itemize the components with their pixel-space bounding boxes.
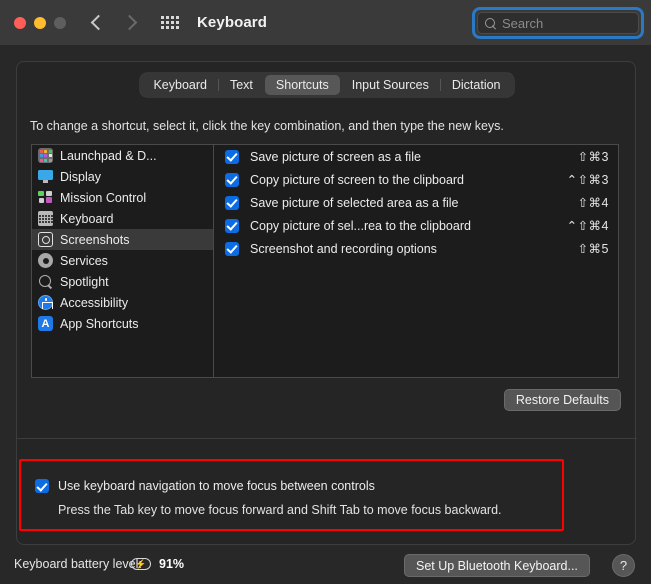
shortcut-keys[interactable]: ⌃⇧⌘4 [567,218,609,233]
category-row-screenshots[interactable]: Screenshots [32,229,216,250]
shortcut-name: Screenshot and recording options [250,242,567,256]
traffic-light-buttons [14,17,66,29]
shortcut-row[interactable]: Save picture of selected area as a file … [214,191,618,214]
shortcut-checkbox[interactable] [225,173,239,187]
instruction-text: To change a shortcut, select it, click t… [30,119,504,133]
shortcut-row[interactable]: Copy picture of screen to the clipboard … [214,168,618,191]
category-label: Launchpad & D... [60,149,157,163]
shortcut-checkbox[interactable] [225,196,239,210]
keyboard-preferences-window: Keyboard Search Keyboard Text Shortcuts … [0,0,651,584]
shortcut-name: Copy picture of sel...rea to the clipboa… [250,219,556,233]
keyboard-navigation-highlight-box [19,459,564,531]
battery-level-label: Keyboard battery level: [14,557,142,571]
shortcut-name: Copy picture of screen to the clipboard [250,173,556,187]
shortcut-row[interactable]: Copy picture of sel...rea to the clipboa… [214,214,618,237]
shortcut-list[interactable]: Save picture of screen as a file ⇧⌘3 Cop… [213,144,619,378]
category-label: App Shortcuts [60,317,139,331]
navigation-arrows [93,17,135,28]
shortcut-row[interactable]: Screenshot and recording options ⇧⌘5 [214,237,618,260]
spotlight-icon [38,274,53,289]
accessibility-icon [38,295,53,310]
category-label: Screenshots [60,233,129,247]
keyboard-icon [38,211,53,226]
category-label: Services [60,254,108,268]
shortcut-keys[interactable]: ⇧⌘5 [578,241,609,256]
window-titlebar: Keyboard Search [0,0,651,45]
search-icon [485,18,496,29]
shortcut-keys[interactable]: ⌃⇧⌘3 [567,172,609,187]
category-row-accessibility[interactable]: Accessibility [32,292,216,313]
shortcut-checkbox[interactable] [225,219,239,233]
shortcut-checkbox[interactable] [225,242,239,256]
category-row-app-shortcuts[interactable]: A App Shortcuts [32,313,216,334]
category-row-spotlight[interactable]: Spotlight [32,271,216,292]
search-placeholder: Search [502,16,543,31]
display-icon [38,169,53,184]
shortcut-name: Save picture of selected area as a file [250,196,567,210]
category-row-mission-control[interactable]: Mission Control [32,187,216,208]
gear-icon [38,253,53,268]
maximize-window-icon[interactable] [54,17,66,29]
category-label: Display [60,170,101,184]
page-title: Keyboard [197,14,267,31]
show-all-grid-icon[interactable] [161,16,179,29]
restore-defaults-button[interactable]: Restore Defaults [504,389,621,411]
back-chevron-icon[interactable] [91,15,107,31]
mission-control-icon [38,190,53,205]
shortcut-keys[interactable]: ⇧⌘3 [578,149,609,164]
keyboard-navigation-label: Use keyboard navigation to move focus be… [58,479,375,493]
category-label: Mission Control [60,191,146,205]
keyboard-navigation-checkbox-row[interactable]: Use keyboard navigation to move focus be… [35,479,375,493]
search-input[interactable]: Search [477,12,639,34]
set-up-bluetooth-keyboard-button[interactable]: Set Up Bluetooth Keyboard... [404,554,590,577]
screenshots-icon [38,232,53,247]
category-row-display[interactable]: Display [32,166,216,187]
tab-bar: Keyboard Text Shortcuts Input Sources Di… [17,73,637,97]
tab-text[interactable]: Text [219,75,264,95]
app-shortcuts-icon: A [38,316,53,331]
category-row-keyboard[interactable]: Keyboard [32,208,216,229]
tab-dictation[interactable]: Dictation [441,75,512,95]
help-button[interactable]: ? [612,554,635,577]
battery-percent-value: 91% [159,557,184,571]
category-row-launchpad[interactable]: Launchpad & D... [32,145,216,166]
preferences-panel: Keyboard Text Shortcuts Input Sources Di… [16,61,636,545]
forward-chevron-icon[interactable] [122,15,138,31]
section-divider [17,438,637,439]
search-field-focus-ring: Search [472,7,644,39]
shortcut-category-list[interactable]: Launchpad & D... Display Mission Control… [31,144,217,378]
shortcut-checkbox[interactable] [225,150,239,164]
minimize-window-icon[interactable] [34,17,46,29]
tab-input-sources[interactable]: Input Sources [341,75,440,95]
shortcut-keys[interactable]: ⇧⌘4 [578,195,609,210]
close-window-icon[interactable] [14,17,26,29]
battery-bolt-icon: ⚡ [131,558,151,570]
shortcut-row[interactable]: Save picture of screen as a file ⇧⌘3 [214,145,618,168]
category-row-services[interactable]: Services [32,250,216,271]
category-label: Keyboard [60,212,114,226]
launchpad-icon [38,148,53,163]
tab-keyboard[interactable]: Keyboard [142,75,218,95]
tab-shortcuts[interactable]: Shortcuts [265,75,340,95]
window-footer: Keyboard battery level: ⚡ 91% Set Up Blu… [0,549,651,584]
keyboard-navigation-checkbox[interactable] [35,479,49,493]
shortcut-name: Save picture of screen as a file [250,150,567,164]
keyboard-navigation-description: Press the Tab key to move focus forward … [58,503,502,517]
category-label: Accessibility [60,296,128,310]
category-label: Spotlight [60,275,109,289]
